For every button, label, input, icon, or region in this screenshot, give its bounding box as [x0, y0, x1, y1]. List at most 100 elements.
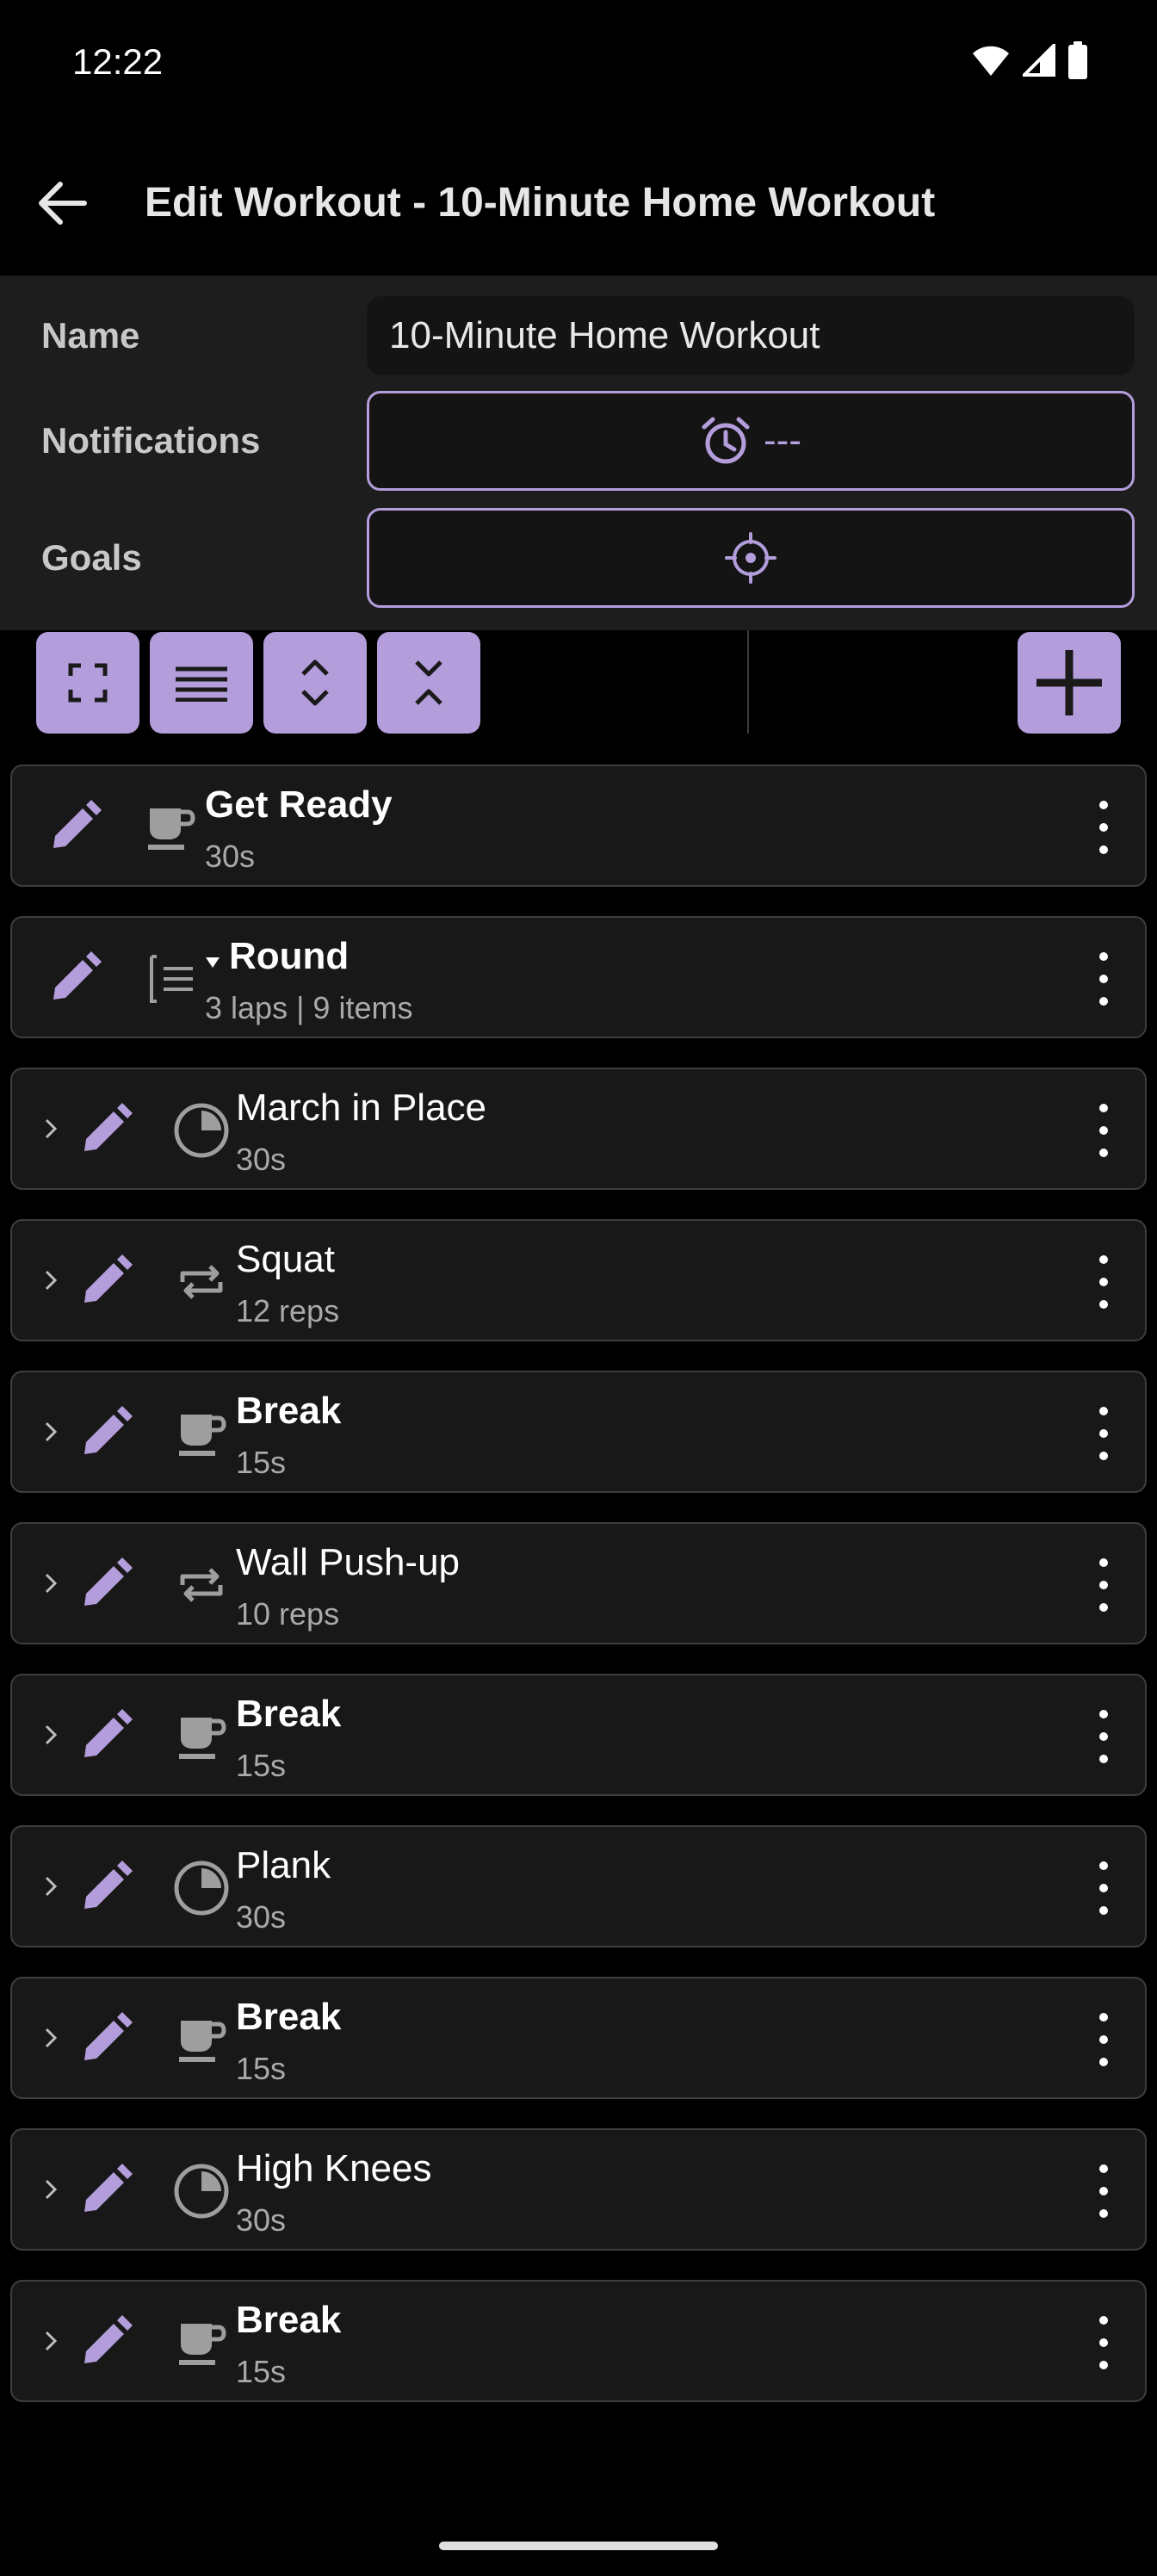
more-options-button[interactable]: [1086, 1255, 1121, 1309]
notifications-value: ---: [764, 419, 801, 461]
alarm-clock-icon: [702, 417, 750, 464]
app-bar: Edit Workout - 10-Minute Home Workout: [0, 129, 1157, 276]
dot: [1099, 1278, 1108, 1286]
edit-item-button[interactable]: [43, 948, 105, 1010]
more-options-button[interactable]: [1086, 1558, 1121, 1612]
more-options-button[interactable]: [1086, 2316, 1121, 2369]
notifications-button[interactable]: ---: [367, 391, 1135, 491]
expand-chevron[interactable]: [38, 1564, 64, 1603]
round-list-icon: [150, 955, 193, 1003]
caret-down-icon[interactable]: [205, 956, 220, 969]
list-view-button[interactable]: [150, 632, 253, 734]
expand-chevron[interactable]: [38, 1715, 64, 1755]
expand-all-button[interactable]: [263, 632, 367, 734]
dot: [1099, 2013, 1108, 2022]
expand-chevron[interactable]: [38, 1109, 64, 1149]
chevron-right-icon: [45, 2179, 57, 2200]
dot: [1099, 2361, 1108, 2369]
expand-chevron[interactable]: [38, 1412, 64, 1452]
chevron-right-icon: [45, 1725, 57, 1745]
wifi-icon: [973, 46, 1009, 76]
edit-item-button[interactable]: [74, 1403, 136, 1464]
more-options-button[interactable]: [1086, 952, 1121, 1006]
item-type-icon: [170, 1403, 232, 1464]
item-subtitle: 15s: [236, 2354, 287, 2389]
dot: [1099, 997, 1108, 1006]
expand-chevron[interactable]: [38, 1260, 64, 1300]
more-options-button[interactable]: [1086, 2164, 1121, 2218]
item-subtitle: 10 reps: [236, 1596, 340, 1632]
pencil-icon: [84, 1861, 133, 1909]
dot: [1099, 1300, 1108, 1309]
edit-item-button[interactable]: [43, 796, 105, 858]
workout-item-row[interactable]: March in Place 30s: [10, 1068, 1147, 1190]
dot: [1099, 2338, 1108, 2347]
edit-item-button[interactable]: [74, 2312, 136, 2374]
item-title: High Knees: [236, 2147, 432, 2189]
expand-chevron[interactable]: [38, 2321, 64, 2361]
dot: [1099, 2035, 1108, 2044]
more-options-button[interactable]: [1086, 1710, 1121, 1763]
expand-chevron[interactable]: [38, 1867, 64, 1906]
expand-chevron[interactable]: [38, 2018, 64, 2058]
dot: [1099, 952, 1108, 961]
unfold-less-icon: [415, 660, 442, 705]
name-field[interactable]: [367, 296, 1135, 375]
more-options-button[interactable]: [1086, 1861, 1121, 1915]
fullscreen-icon: [68, 663, 108, 703]
pencil-icon: [84, 2315, 133, 2363]
pencil-icon: [84, 1254, 133, 1303]
edit-item-button[interactable]: [74, 1706, 136, 1768]
workout-item-row[interactable]: Break 15s: [10, 2280, 1147, 2402]
repeat-icon: [180, 1568, 223, 1602]
edit-item-button[interactable]: [74, 2009, 136, 2071]
workout-item-row[interactable]: Break 15s: [10, 1977, 1147, 2099]
edit-item-button[interactable]: [74, 1251, 136, 1313]
add-item-button[interactable]: [1018, 632, 1121, 734]
chevron-right-icon: [45, 1421, 57, 1442]
dot: [1099, 1149, 1108, 1157]
more-options-button[interactable]: [1086, 801, 1121, 854]
cell-signal-icon: [1023, 44, 1055, 77]
dot: [1099, 1906, 1108, 1915]
workout-item-row[interactable]: Squat 12 reps: [10, 1219, 1147, 1341]
pencil-icon: [84, 1406, 133, 1454]
workout-item-row[interactable]: Plank 30s: [10, 1825, 1147, 1947]
workout-item-row[interactable]: High Knees 30s: [10, 2128, 1147, 2251]
name-input[interactable]: [367, 296, 1135, 375]
edit-item-button[interactable]: [74, 1554, 136, 1616]
arrow-back-icon: [39, 182, 87, 225]
expand-chevron[interactable]: [38, 2170, 64, 2209]
workout-item-row[interactable]: Round 3 laps | 9 items: [10, 916, 1147, 1038]
notifications-label: Notifications: [41, 420, 261, 461]
item-title: Break: [236, 1996, 342, 2038]
item-title: Squat: [236, 1238, 335, 1280]
page-title: Edit Workout - 10-Minute Home Workout: [145, 180, 936, 226]
dot: [1099, 975, 1108, 983]
more-options-button[interactable]: [1086, 1104, 1121, 1157]
expand-view-button[interactable]: [36, 632, 139, 734]
goals-button[interactable]: [367, 508, 1135, 608]
more-options-button[interactable]: [1086, 2013, 1121, 2066]
item-subtitle: 30s: [236, 1899, 287, 1935]
pencil-icon: [84, 2012, 133, 2060]
workout-item-row[interactable]: Break 15s: [10, 1674, 1147, 1796]
workout-item-row[interactable]: Get Ready 30s: [10, 765, 1147, 887]
dot: [1099, 1755, 1108, 1763]
item-type-icon: [170, 1857, 232, 1919]
edit-item-button[interactable]: [74, 1099, 136, 1161]
back-button[interactable]: [31, 172, 93, 234]
edit-item-button[interactable]: [74, 2160, 136, 2222]
item-title: March in Place: [236, 1087, 487, 1129]
workout-item-row[interactable]: Break 15s: [10, 1371, 1147, 1493]
more-options-button[interactable]: [1086, 1407, 1121, 1460]
edit-item-button[interactable]: [74, 1857, 136, 1919]
item-type-icon: [170, 1099, 232, 1161]
status-time: 12:22: [72, 41, 164, 82]
item-type-icon: [139, 948, 201, 1010]
home-indicator[interactable]: [439, 2542, 718, 2550]
workout-item-row[interactable]: Wall Push-up 10 reps: [10, 1522, 1147, 1644]
item-title: Break: [236, 2299, 342, 2341]
pencil-icon: [84, 1557, 133, 1606]
collapse-all-button[interactable]: [377, 632, 480, 734]
